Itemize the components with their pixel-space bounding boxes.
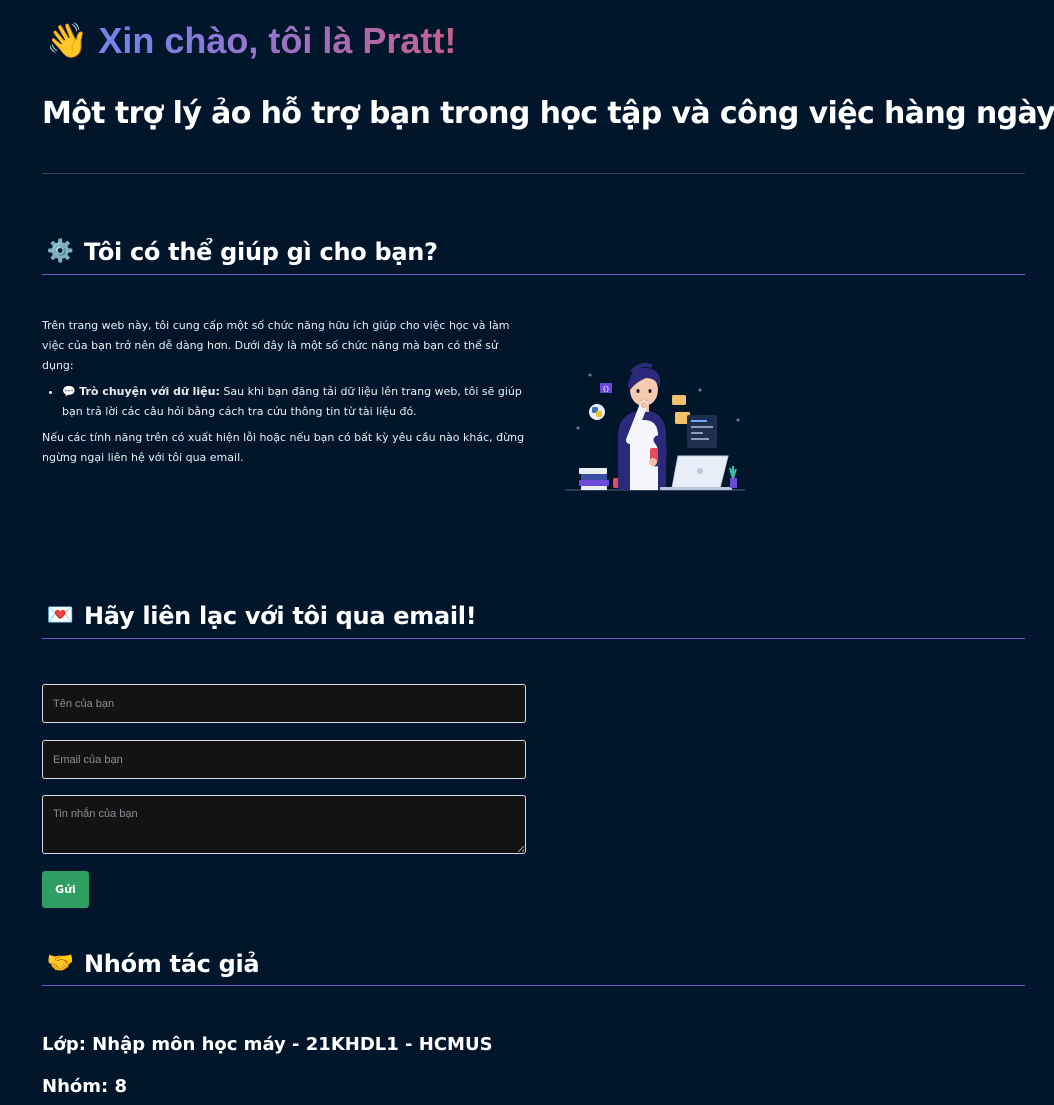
contact-section-heading: 💌 Hãy liên lạc với tôi qua email! xyxy=(46,602,476,630)
email-input[interactable] xyxy=(42,740,526,779)
authors-heading-text: Nhóm tác giả xyxy=(84,950,260,978)
hero-title: 👋 Xin chào, tôi là Pratt! xyxy=(46,20,456,62)
group-info: Nhóm: 8 xyxy=(42,1076,127,1097)
class-info: Lớp: Nhập môn học máy - 21KHDL1 - HCMUS xyxy=(42,1034,493,1055)
waving-hand-icon: 👋 xyxy=(46,22,89,60)
gear-icon: ⚙️ xyxy=(46,239,74,264)
feature-list: 💬 Trò chuyện với dữ liệu: Sau khi bạn đă… xyxy=(42,382,532,422)
feature-name: Trò chuyện với dữ liệu: xyxy=(79,385,220,398)
send-button[interactable]: Gửi xyxy=(42,871,89,908)
contact-heading-text: Hãy liên lạc với tôi qua email! xyxy=(84,602,477,630)
help-intro: Trên trang web này, tôi cung cấp một số … xyxy=(42,319,510,372)
developer-illustration: {} xyxy=(565,362,745,491)
contact-section-rule xyxy=(42,638,1025,639)
page-subtitle: Một trợ lý ảo hỗ trợ bạn trong học tập v… xyxy=(42,96,1054,131)
help-outro: Nếu các tính năng trên có xuất hiện lỗi … xyxy=(42,431,525,464)
message-textarea[interactable] xyxy=(42,795,526,854)
help-description: Trên trang web này, tôi cung cấp một số … xyxy=(42,316,532,474)
feature-item: 💬 Trò chuyện với dữ liệu: Sau khi bạn đă… xyxy=(62,382,532,422)
name-input[interactable] xyxy=(42,684,526,723)
hero-title-text: Xin chào, tôi là Pratt! xyxy=(98,20,457,61)
svg-text:{}: {} xyxy=(602,386,609,393)
handshake-icon: 🤝 xyxy=(46,951,74,976)
authors-section-heading: 🤝 Nhóm tác giả xyxy=(46,950,259,978)
authors-section-rule xyxy=(42,985,1025,986)
help-section-rule xyxy=(42,274,1025,275)
love-letter-icon: 💌 xyxy=(46,603,74,628)
help-section-heading: ⚙️ Tôi có thể giúp gì cho bạn? xyxy=(46,238,438,266)
help-heading-text: Tôi có thể giúp gì cho bạn? xyxy=(84,238,438,266)
header-divider xyxy=(42,173,1025,174)
speech-bubble-icon: 💬 xyxy=(62,385,76,398)
